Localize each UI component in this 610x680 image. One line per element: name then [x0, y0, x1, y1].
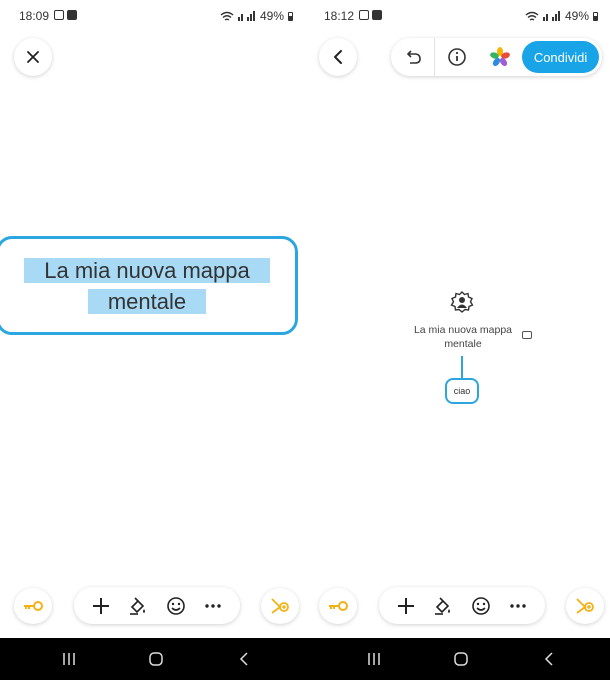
style-button[interactable] — [428, 591, 458, 621]
recent-apps-icon — [368, 653, 380, 665]
app-notification-icon — [67, 10, 77, 20]
emoji-button[interactable] — [161, 591, 191, 621]
selected-text-line-2: mentale — [87, 288, 207, 314]
chevron-left-icon — [334, 50, 342, 64]
info-icon — [448, 48, 466, 66]
node-text-input[interactable]: La mia nuova mappa mentale — [24, 255, 270, 317]
gallery-notification-icon — [359, 10, 369, 20]
editor-screen-left: 18:09 49% La mia nuova mappa mentale — [0, 0, 305, 638]
key-icon — [329, 601, 348, 611]
back-arrow-icon — [544, 652, 553, 666]
connect-icon — [576, 598, 594, 614]
more-button[interactable] — [198, 591, 228, 621]
central-topic-icon — [450, 291, 474, 313]
close-button[interactable] — [14, 38, 52, 76]
home-icon — [454, 652, 468, 666]
plus-icon — [397, 597, 414, 614]
emoji-button[interactable] — [466, 591, 496, 621]
app-notification-icon — [372, 10, 382, 20]
paint-bucket-icon — [435, 596, 451, 615]
info-button[interactable] — [435, 38, 478, 76]
signal-icon — [542, 11, 560, 21]
bottom-toolbar — [379, 587, 545, 624]
status-bar: 18:09 49% — [0, 0, 305, 32]
more-icon — [510, 603, 526, 608]
add-button[interactable] — [86, 591, 116, 621]
child-node[interactable]: ciao — [445, 378, 479, 404]
system-nav-bar — [0, 638, 305, 680]
paint-bucket-icon — [130, 596, 146, 615]
home-button[interactable] — [451, 649, 471, 669]
status-bar: 18:12 49% — [305, 0, 610, 32]
style-button[interactable] — [123, 591, 153, 621]
wifi-icon — [220, 11, 234, 21]
add-button[interactable] — [391, 591, 421, 621]
map-screen-right: 18:12 49% Condividi La mia nuova mappa m… — [305, 0, 610, 638]
system-nav-bar — [305, 638, 610, 680]
emoji-icon — [471, 596, 490, 615]
color-palette-icon — [490, 47, 511, 67]
home-icon — [149, 652, 163, 666]
close-icon — [27, 51, 39, 63]
selected-text-line-1: La mia nuova mappa — [24, 257, 270, 283]
status-time: 18:12 — [324, 9, 355, 23]
battery-icon — [288, 11, 293, 21]
back-arrow-icon — [239, 652, 248, 666]
note-icon[interactable] — [522, 331, 532, 339]
connect-icon — [271, 598, 289, 614]
emoji-icon — [166, 596, 185, 615]
signal-icon — [237, 11, 255, 21]
connect-button[interactable] — [261, 588, 299, 624]
central-topic-line-2: mentale — [444, 338, 482, 350]
connect-button[interactable] — [566, 588, 604, 624]
more-button[interactable] — [503, 591, 533, 621]
recent-apps-button[interactable] — [59, 649, 79, 669]
central-topic-node[interactable]: La mia nuova mappa mentale — [393, 323, 533, 351]
key-button[interactable] — [319, 588, 357, 624]
undo-icon — [406, 50, 421, 64]
bottom-toolbar — [74, 587, 240, 624]
system-back-button[interactable] — [539, 649, 559, 669]
home-button[interactable] — [146, 649, 166, 669]
system-back-button[interactable] — [234, 649, 254, 669]
undo-button[interactable] — [391, 38, 434, 76]
gallery-notification-icon — [54, 10, 64, 20]
editing-node[interactable]: La mia nuova mappa mentale — [0, 236, 298, 335]
recent-apps-button[interactable] — [364, 649, 384, 669]
wifi-icon — [525, 11, 539, 21]
battery-icon — [593, 11, 598, 21]
battery-percent: 49% — [564, 9, 589, 23]
recent-apps-icon — [63, 653, 75, 665]
top-toolbar: Condividi — [391, 38, 602, 76]
theme-button[interactable] — [479, 38, 522, 76]
plus-icon — [92, 597, 109, 614]
status-time: 18:09 — [19, 9, 50, 23]
battery-percent: 49% — [259, 9, 284, 23]
key-button[interactable] — [14, 588, 52, 624]
branch-connector — [461, 356, 463, 378]
more-icon — [205, 603, 221, 608]
central-topic-line-1: La mia nuova mappa — [413, 324, 513, 336]
key-icon — [24, 601, 43, 611]
back-button[interactable] — [319, 38, 357, 76]
share-button[interactable]: Condividi — [522, 41, 599, 73]
